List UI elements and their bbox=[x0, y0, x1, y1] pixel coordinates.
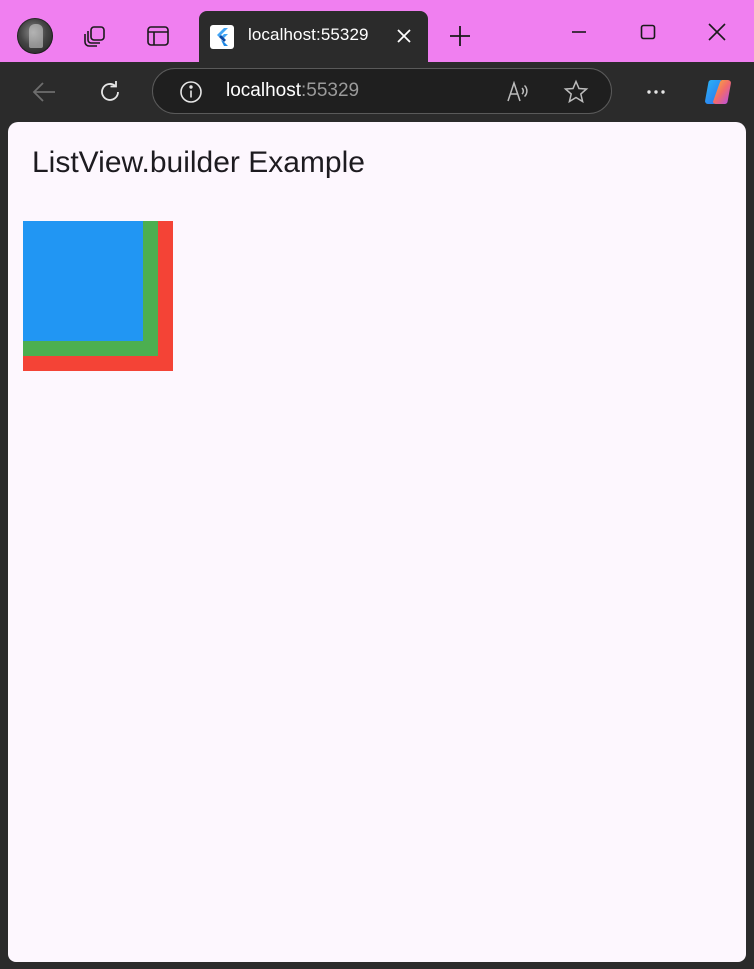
url-host: localhost bbox=[226, 80, 301, 101]
more-icon[interactable] bbox=[639, 75, 673, 109]
tab-active[interactable]: localhost:55329 bbox=[199, 11, 428, 62]
new-tab-button[interactable] bbox=[446, 22, 474, 50]
browser-window: localhost:55329 localhost:55329 ListView… bbox=[0, 0, 754, 969]
url-text[interactable]: localhost:55329 bbox=[226, 80, 359, 102]
maximize-icon[interactable] bbox=[633, 17, 663, 47]
star-icon[interactable] bbox=[563, 79, 589, 105]
close-window-icon[interactable] bbox=[702, 17, 732, 47]
vertical-tabs-icon[interactable] bbox=[144, 22, 172, 50]
minimize-icon[interactable] bbox=[564, 17, 594, 47]
flutter-icon bbox=[210, 25, 234, 49]
page-viewport: ListView.builder Example bbox=[8, 122, 746, 962]
info-icon[interactable] bbox=[178, 79, 204, 105]
app-title: ListView.builder Example bbox=[32, 146, 365, 179]
back-arrow-icon[interactable] bbox=[27, 75, 61, 109]
copilot-icon[interactable] bbox=[701, 75, 735, 109]
close-tab-icon[interactable] bbox=[394, 26, 414, 46]
read-aloud-icon[interactable] bbox=[505, 79, 531, 105]
workspaces-icon[interactable] bbox=[81, 22, 109, 50]
tab-bar: localhost:55329 bbox=[0, 0, 754, 62]
browser-toolbar: localhost:55329 bbox=[0, 62, 754, 122]
tab-title: localhost:55329 bbox=[248, 25, 369, 44]
profile-avatar[interactable] bbox=[17, 18, 53, 54]
url-port: :55329 bbox=[301, 80, 360, 101]
blue-box bbox=[23, 221, 143, 341]
refresh-icon[interactable] bbox=[93, 75, 127, 109]
address-bar[interactable]: localhost:55329 bbox=[152, 68, 612, 114]
